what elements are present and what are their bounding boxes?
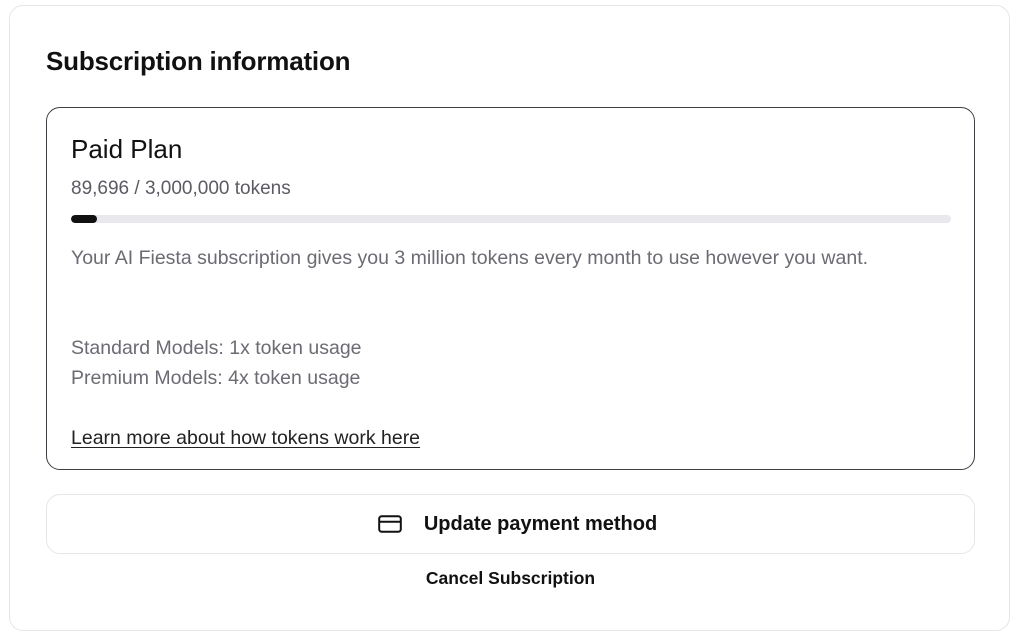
standard-models-rate: Standard Models: 1x token usage xyxy=(71,337,362,359)
subscription-panel: Subscription information Paid Plan 89,69… xyxy=(9,5,1010,631)
token-usage-progress-fill xyxy=(71,215,98,223)
update-payment-method-button[interactable]: Update payment method xyxy=(46,494,975,554)
plan-card: Paid Plan 89,696 / 3,000,000 tokens Your… xyxy=(46,107,975,470)
credit-card-icon xyxy=(378,514,402,534)
plan-description: Your AI Fiesta subscription gives you 3 … xyxy=(71,247,869,269)
update-payment-method-label: Update payment method xyxy=(423,512,658,535)
premium-models-rate: Premium Models: 4x token usage xyxy=(71,367,361,389)
section-title: Subscription information xyxy=(46,46,351,76)
token-rates: Standard Models: 1x token usage Premium … xyxy=(71,333,362,393)
token-usage-progress-bar xyxy=(71,215,951,223)
plan-name: Paid Plan xyxy=(71,134,183,164)
cancel-subscription-button[interactable]: Cancel Subscription xyxy=(10,568,1011,589)
learn-more-link[interactable]: Learn more about how tokens work here xyxy=(71,423,420,453)
token-usage-text: 89,696 / 3,000,000 tokens xyxy=(71,178,291,199)
